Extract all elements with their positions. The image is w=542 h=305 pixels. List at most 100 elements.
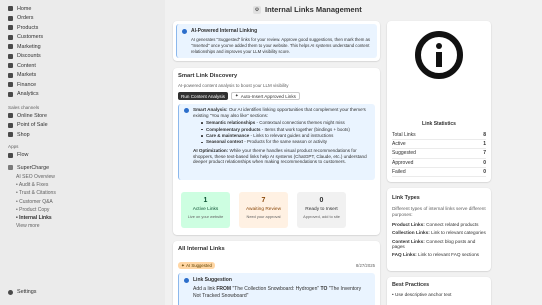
sidebar-item-orders[interactable]: Orders	[0, 14, 165, 24]
sidebar-item-label: Shop	[17, 131, 30, 138]
sidebar-item-label: Flow	[17, 152, 29, 159]
status-box: 7 Awaiting Review Need your approval	[239, 192, 288, 228]
sidebar-item-marketing[interactable]: Marketing	[0, 42, 165, 52]
sidebar-item-label: Analytics	[17, 91, 39, 98]
smart-discovery-card: Smart Link Discovery AI-powered content …	[173, 68, 380, 235]
subnav-item[interactable]: • Audit & Fixes	[0, 181, 165, 189]
person-icon	[8, 34, 13, 40]
apps-heading[interactable]: Apps	[0, 143, 165, 151]
info-icon	[184, 277, 189, 283]
sidebar-item-label: Online Store	[17, 112, 47, 119]
stats-label: Total Links	[392, 132, 416, 139]
suggestion-text: Add a link FROM "The Collection Snowboar…	[193, 286, 370, 299]
stats-table: Total Links 8 Active 1 Suggested 7 Approved 0 Fa…	[392, 131, 486, 177]
bullet-dot	[201, 135, 203, 137]
discovery-actions: Run Content Analysis ✦ Auto-Insert Appro…	[178, 92, 375, 100]
analysis-bullet: Seasonal context - Products for the same…	[201, 139, 370, 145]
stats-value: 7	[483, 150, 486, 157]
discovery-title: Smart Link Discovery	[178, 73, 238, 79]
sidebar-item-label: Markets	[17, 72, 37, 79]
status-badge: ✦ AI Suggested	[178, 262, 215, 269]
link-types-intro: Different types of internal links serve …	[392, 206, 486, 217]
link-type-item: Collection Links: Link to relevant categ…	[392, 230, 486, 235]
sidebar-item-markets[interactable]: Markets	[0, 71, 165, 81]
link-types-list: Product Links: Connect related products C…	[392, 222, 486, 258]
run-analysis-button[interactable]: Run Content Analysis	[178, 92, 228, 100]
bullet-dot	[201, 141, 203, 144]
suggestion-date: 8/27/2025	[355, 263, 375, 268]
sidebar-item-label: Orders	[17, 15, 34, 22]
sidebar-item-label: Customers	[17, 34, 44, 41]
subnav-item[interactable]: • Internal Links	[0, 214, 165, 222]
sidebar-item-point-of-sale[interactable]: Point of Sale	[0, 121, 165, 131]
sidebar-item-shop[interactable]: Shop	[0, 130, 165, 140]
stats-label: Active	[392, 141, 406, 148]
status-box: 1 Active Links Live on your website	[181, 192, 230, 228]
sidebar-item-settings[interactable]: Settings	[0, 288, 36, 298]
bullet-text: - Products for the same season or activi…	[243, 139, 328, 145]
home-icon	[8, 6, 13, 12]
sidebar-item-supercharge[interactable]: SuperCharge	[0, 163, 165, 173]
sidebar-item-label: Home	[17, 5, 32, 12]
chart-icon	[8, 91, 13, 97]
ai-banner: AI-Powered Internal Linking AI generates…	[176, 24, 377, 58]
discount-icon	[8, 53, 13, 59]
view-more-link[interactable]: View more	[0, 222, 165, 230]
store-icon	[8, 113, 13, 119]
status-label: Ready to Insert	[305, 206, 338, 212]
bullet-dot	[201, 128, 203, 131]
sidebar-item-label: Discounts	[17, 53, 41, 60]
best-practice-item: • Use descriptive anchor text	[392, 292, 452, 297]
sidebar-item-customers[interactable]: Customers	[0, 33, 165, 43]
link-type-item: Product Links: Connect related products	[392, 222, 486, 227]
sidebar-item-home[interactable]: Home	[0, 4, 165, 14]
stats-value: 8	[483, 132, 486, 139]
subnav-item[interactable]: • Product Copy	[0, 206, 165, 214]
gear-icon	[8, 289, 13, 295]
info-icon	[415, 31, 463, 79]
status-sub: Approved, add to site	[303, 213, 340, 219]
status-label: Active Links	[192, 206, 219, 212]
sidebar-item-label: Point of Sale	[17, 122, 48, 129]
sidebar-item-discounts[interactable]: Discounts	[0, 52, 165, 62]
stats-label: Failed	[392, 168, 406, 175]
stats-label: Suggested	[392, 150, 416, 157]
sidebar-item-analytics[interactable]: Analytics	[0, 90, 165, 100]
link-statistics-title: Link Statistics	[422, 121, 456, 127]
ai-banner-body: AI generates "Suggested" links for your …	[191, 37, 371, 54]
suggestion-title: Link Suggestion	[193, 277, 232, 283]
sidebar-item-online-store[interactable]: Online Store	[0, 111, 165, 121]
status-label: Awaiting Review	[245, 206, 282, 212]
analysis-label: Smart Analysis:	[193, 107, 228, 112]
page-header: ⚙ Internal Links Management	[253, 5, 362, 14]
all-links-card: All Internal Links ✦ AI Suggested 8/27/2…	[173, 241, 380, 305]
stats-row: Approved 0	[392, 159, 486, 168]
sidebar-item-label: SuperCharge	[17, 164, 50, 171]
bullet-label: Seasonal context	[206, 139, 244, 145]
bullet-text: - Links to relevant guides and instructi…	[249, 132, 334, 138]
stats-value: 0	[483, 168, 486, 175]
subnav-item[interactable]: • Trust & Citations	[0, 189, 165, 197]
auto-insert-button[interactable]: ✦ Auto-Insert Approved Links	[230, 92, 300, 100]
status-value: 0	[319, 197, 324, 204]
orders-icon	[8, 15, 13, 21]
sidebar-item-flow[interactable]: Flow	[0, 151, 165, 161]
bullet-label: Complementary products	[206, 126, 261, 132]
sales-channels-heading[interactable]: Sales channels	[0, 103, 165, 111]
subnav-item[interactable]: AI SEO Overview	[0, 173, 165, 181]
link-type-item: Content Links: Connect blog posts and pa…	[392, 239, 486, 249]
status-sub: Live on your website	[187, 213, 224, 219]
status-value: 1	[203, 197, 208, 204]
info-icon	[182, 28, 187, 34]
sidebar-item-label: Marketing	[17, 43, 41, 50]
subnav-item[interactable]: • Customer Q&A	[0, 197, 165, 205]
bullet-label: Care & maintenance	[206, 132, 250, 138]
bank-icon	[8, 82, 13, 88]
status-badge-label: AI Suggested	[186, 263, 212, 268]
sidebar-item-content[interactable]: Content	[0, 61, 165, 71]
link-type-label: Product Links:	[392, 221, 425, 227]
sidebar-item-products[interactable]: Products	[0, 23, 165, 33]
ai-banner-card: AI-Powered Internal Linking AI generates…	[173, 21, 380, 61]
main-content: ⚙ Internal Links Management AI-Powered I…	[165, 0, 542, 305]
sidebar-item-finance[interactable]: Finance	[0, 80, 165, 90]
